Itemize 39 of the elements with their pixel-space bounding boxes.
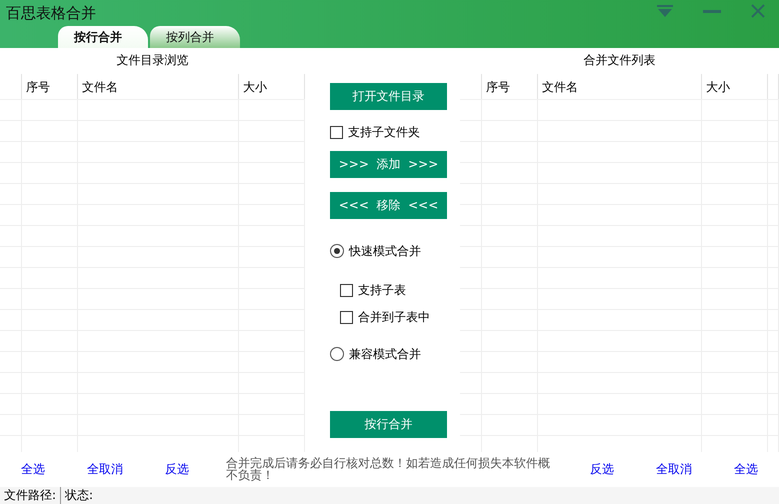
section-title: 合并文件列表 xyxy=(582,52,656,70)
window-title: 百思表格合并 xyxy=(6,4,96,23)
select-link[interactable]: 反选 xyxy=(590,460,614,478)
select-link[interactable]: 全取消 xyxy=(87,460,123,478)
action-button[interactable]: 按行合并 xyxy=(330,410,447,438)
column-header[interactable]: 序号 xyxy=(482,74,538,99)
select-link[interactable]: 反选 xyxy=(165,460,189,478)
radio-button[interactable] xyxy=(330,347,344,362)
tab[interactable]: 按行合并 xyxy=(58,26,148,48)
option-label: 兼容模式合并 xyxy=(349,346,421,363)
column-header[interactable]: 大小 xyxy=(239,74,305,99)
warning-text: 合并完成后请务必自行核对总数！如若造成任何损失本软件概不负责！ xyxy=(225,457,551,482)
action-button[interactable]: <<< 移除 <<< xyxy=(330,192,447,219)
radio-option[interactable]: 兼容模式合并 xyxy=(330,346,421,363)
column-header[interactable]: 序号 xyxy=(22,74,78,99)
action-button[interactable]: >>> 添加 >>> xyxy=(330,150,447,178)
select-link[interactable]: 全取消 xyxy=(656,460,692,478)
column-header[interactable]: 文件名 xyxy=(538,74,702,99)
option-label: 合并到子表中 xyxy=(358,308,430,326)
checkbox[interactable] xyxy=(340,284,353,297)
select-link[interactable]: 全选 xyxy=(21,460,45,478)
checkbox[interactable] xyxy=(340,310,353,324)
select-link[interactable]: 全选 xyxy=(734,460,758,478)
path-label: 文件路径: xyxy=(0,487,62,504)
checkbox-option[interactable]: 支持子表 xyxy=(340,282,406,299)
radio-option[interactable]: 快速模式合并 xyxy=(330,242,421,260)
checkbox-option[interactable]: 支持子文件夹 xyxy=(330,124,420,141)
column-header[interactable]: 大小 xyxy=(702,74,768,99)
option-label: 支持子表 xyxy=(358,282,406,299)
status-label: 状态: xyxy=(64,487,94,504)
tab[interactable]: 按列合并 xyxy=(150,26,240,48)
checkbox[interactable] xyxy=(330,126,343,139)
column-header[interactable]: 文件名 xyxy=(78,74,239,99)
action-button[interactable]: 打开文件目录 xyxy=(330,82,447,110)
option-label: 支持子文件夹 xyxy=(348,124,420,141)
option-label: 快速模式合并 xyxy=(349,242,421,260)
checkbox-option[interactable]: 合并到子表中 xyxy=(340,308,430,326)
radio-button[interactable] xyxy=(330,244,344,258)
section-title: 文件目录浏览 xyxy=(116,52,190,70)
